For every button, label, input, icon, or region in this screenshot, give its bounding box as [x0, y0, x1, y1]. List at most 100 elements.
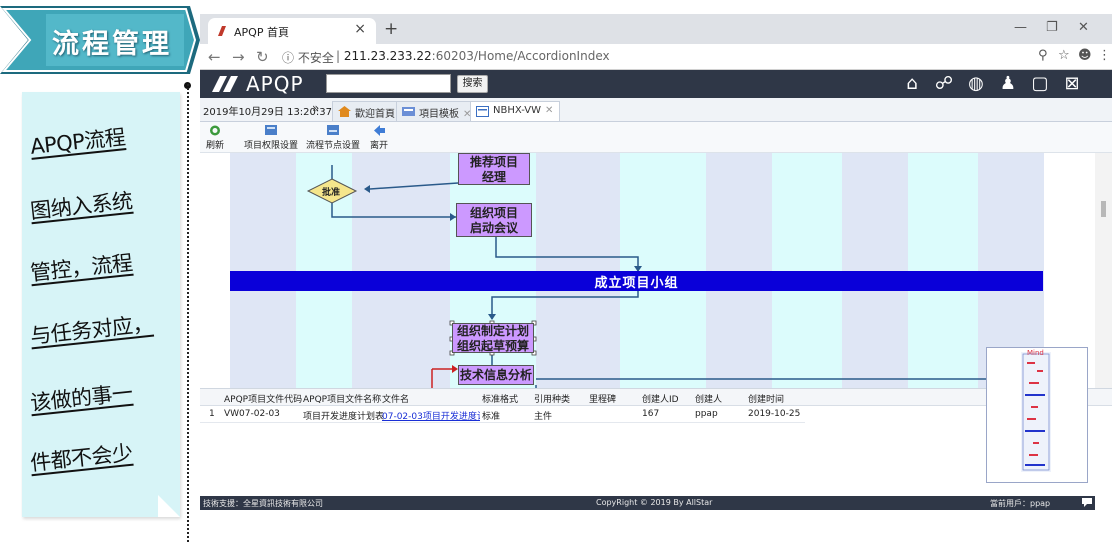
table-row[interactable]: 1 VW07-02-03 项目开发进度计划表 07-02-03项目开发进度计划表… — [200, 406, 805, 423]
flow-node-recommend-pm[interactable]: 推荐项目 经理 — [458, 153, 530, 185]
app-favicon-icon — [218, 26, 226, 36]
chat-icon[interactable] — [1082, 497, 1092, 507]
close-window-icon[interactable]: ✕ — [1078, 20, 1089, 35]
template-tab-icon — [402, 107, 415, 116]
project-permission-label: 项目权限设置 — [244, 141, 299, 151]
tab-label: 項目模板 — [419, 109, 459, 120]
cell-creator-id: 167 — [642, 409, 660, 419]
note-line: 该做的事一 — [29, 380, 134, 416]
file-link[interactable]: 07-02-03项目开发进度计划表 — [382, 409, 480, 422]
col-milestone: 里程碑 — [589, 395, 617, 405]
copyright-text: CopyRight © 2019 By AllStar — [596, 498, 713, 507]
restore-icon[interactable]: ❐ — [1046, 20, 1058, 35]
slide: 流程管理 APQP流程 图纳入系统 管控，流程 与任务对应， 该做的事一 件都不… — [0, 0, 1112, 542]
browser-tabbar: APQP 首頁 × + — ❐ ✕ — [200, 14, 1112, 44]
globe-icon[interactable]: ◍ — [965, 73, 987, 95]
back-icon[interactable]: ← — [208, 48, 221, 66]
cell-created-time: 2019-10-25 14 — [748, 409, 804, 419]
url-field[interactable]: | 211.23.233.22:60203/Home/AccordionInde… — [336, 49, 610, 63]
col-standard-format: 标准格式 — [482, 395, 519, 405]
user-icon[interactable]: ♟ — [997, 73, 1019, 95]
leave-icon — [374, 125, 385, 136]
menu-icon[interactable]: ⋮ — [1098, 48, 1111, 63]
section-banner: 流程管理 — [0, 0, 200, 76]
address-bar: ← → ↻ ⓘ 不安全 | 211.23.233.22:60203/Home/A… — [200, 44, 1112, 70]
minimap-label: Mind — [1027, 349, 1044, 357]
support-text: 技術支援：全星資訊技術有限公司 — [203, 499, 323, 508]
flowchart-canvas[interactable]: 推荐项目 经理 组织项目 启动会议 组织制定计划 组织起草预算 技术信息分析 批… — [200, 153, 1112, 388]
search-button[interactable]: 搜索 — [457, 75, 488, 93]
tab-project-template[interactable]: 項目模板 ✕ — [396, 101, 479, 121]
url-host: 211.23.233.22 — [343, 49, 432, 63]
browser-tab-title: APQP 首頁 — [234, 26, 289, 39]
profile-icon[interactable]: ☻ — [1078, 48, 1092, 63]
row-number: 1 — [209, 409, 215, 419]
home-tab-icon — [338, 106, 351, 117]
window-icon[interactable]: ▢ — [1029, 73, 1051, 95]
exit-icon[interactable]: ⊠ — [1061, 73, 1083, 95]
project-tab-icon — [476, 106, 489, 117]
file-grid: APQP项目文件代码 APQP项目文件名称 文件名 标准格式 引用种类 里程碑 … — [200, 388, 1112, 496]
decision-label: 批准 — [322, 188, 341, 198]
app-logo-icon — [212, 76, 238, 92]
col-filename: 文件名 — [382, 395, 410, 405]
scroll-thumb[interactable] — [1101, 201, 1106, 217]
flow-minimap[interactable]: Mind — [986, 347, 1088, 483]
current-user: 當前用戶：ppap — [990, 499, 1051, 508]
col-creator: 创建人 — [695, 395, 723, 405]
flow-node-icon — [327, 125, 339, 135]
cell-reference-type: 主件 — [534, 412, 553, 422]
forward-icon[interactable]: → — [232, 48, 245, 66]
users-icon[interactable]: ☍ — [933, 73, 955, 95]
flow-node-tech-analysis[interactable]: 技术信息分析 — [458, 365, 534, 385]
note-line: 件都不会少 — [29, 440, 134, 476]
site-info[interactable]: ⓘ 不安全 — [282, 49, 334, 66]
cell-creator: ppap — [695, 409, 718, 419]
leave-label: 离开 — [370, 141, 389, 151]
note-line: 与任务对应， — [29, 311, 155, 349]
cell-file-code: VW07-02-03 — [224, 409, 280, 419]
close-tab-icon[interactable]: ✕ — [545, 105, 553, 116]
page-tabbar: 2019年10月29日 13:20:37 » 歡迎首頁 項目模板 ✕ NBHX-V… — [200, 98, 1112, 122]
home-icon[interactable]: ⌂ — [901, 73, 923, 95]
new-tab-icon[interactable]: + — [384, 19, 398, 39]
cell-file-name: 项目开发进度计划表 — [303, 412, 385, 422]
leave-button[interactable]: 离开 — [370, 124, 388, 151]
app-name: APQP — [246, 72, 304, 96]
refresh-label: 刷新 — [206, 141, 225, 151]
security-label: 不安全 — [297, 51, 334, 65]
phase-title: 成立项目小组 — [594, 276, 679, 291]
reload-icon[interactable]: ↻ — [256, 48, 269, 66]
tab-welcome[interactable]: 歡迎首頁 — [332, 101, 402, 121]
permission-icon — [265, 125, 277, 135]
tabs-more-icon[interactable]: » — [312, 101, 319, 115]
flow-node-button[interactable]: 流程节点设置 — [306, 124, 360, 151]
grid-header: APQP项目文件代码 APQP项目文件名称 文件名 标准格式 引用种类 里程碑 … — [200, 389, 1112, 406]
tab-nbhx-vw[interactable]: NBHX-VW ✕ — [470, 101, 561, 121]
dotted-divider — [187, 84, 189, 542]
col-file-name: APQP项目文件名称 — [303, 395, 382, 405]
refresh-icon — [210, 125, 220, 136]
search-input[interactable] — [326, 74, 451, 93]
minimize-icon[interactable]: — — [1014, 20, 1027, 35]
flow-node-label: 流程节点设置 — [306, 141, 361, 151]
minimap-preview — [1021, 352, 1051, 472]
page-fold — [158, 495, 180, 517]
banner-title: 流程管理 — [52, 29, 172, 60]
zoom-icon[interactable]: ⚲ — [1038, 48, 1048, 63]
browser-tab[interactable]: APQP 首頁 × — [208, 18, 376, 44]
refresh-button[interactable]: 刷新 — [206, 124, 224, 151]
status-bar: 技術支援：全星資訊技術有限公司 CopyRight © 2019 By AllS… — [200, 496, 1095, 510]
project-permission-button[interactable]: 项目权限设置 — [244, 124, 298, 151]
cell-standard-format: 标准 — [482, 412, 501, 422]
close-tab-icon[interactable]: × — [354, 21, 366, 37]
col-creator-id: 创建人ID — [642, 395, 679, 405]
flow-scrollbar[interactable] — [1095, 153, 1112, 388]
flow-node-plan-budget[interactable]: 组织制定计划 组织起草预算 — [452, 323, 534, 353]
bookmark-star-icon[interactable]: ☆ — [1058, 48, 1070, 63]
app-header: APQP 搜索 ⌂ ☍ ◍ ♟ ▢ ⊠ — [200, 70, 1112, 98]
url-path: :60203/Home/AccordionIndex — [431, 49, 610, 63]
flow-node-kickoff-meeting[interactable]: 组织项目 启动会议 — [456, 203, 532, 237]
tab-label: NBHX-VW — [493, 105, 541, 116]
info-icon: ⓘ — [282, 51, 295, 65]
